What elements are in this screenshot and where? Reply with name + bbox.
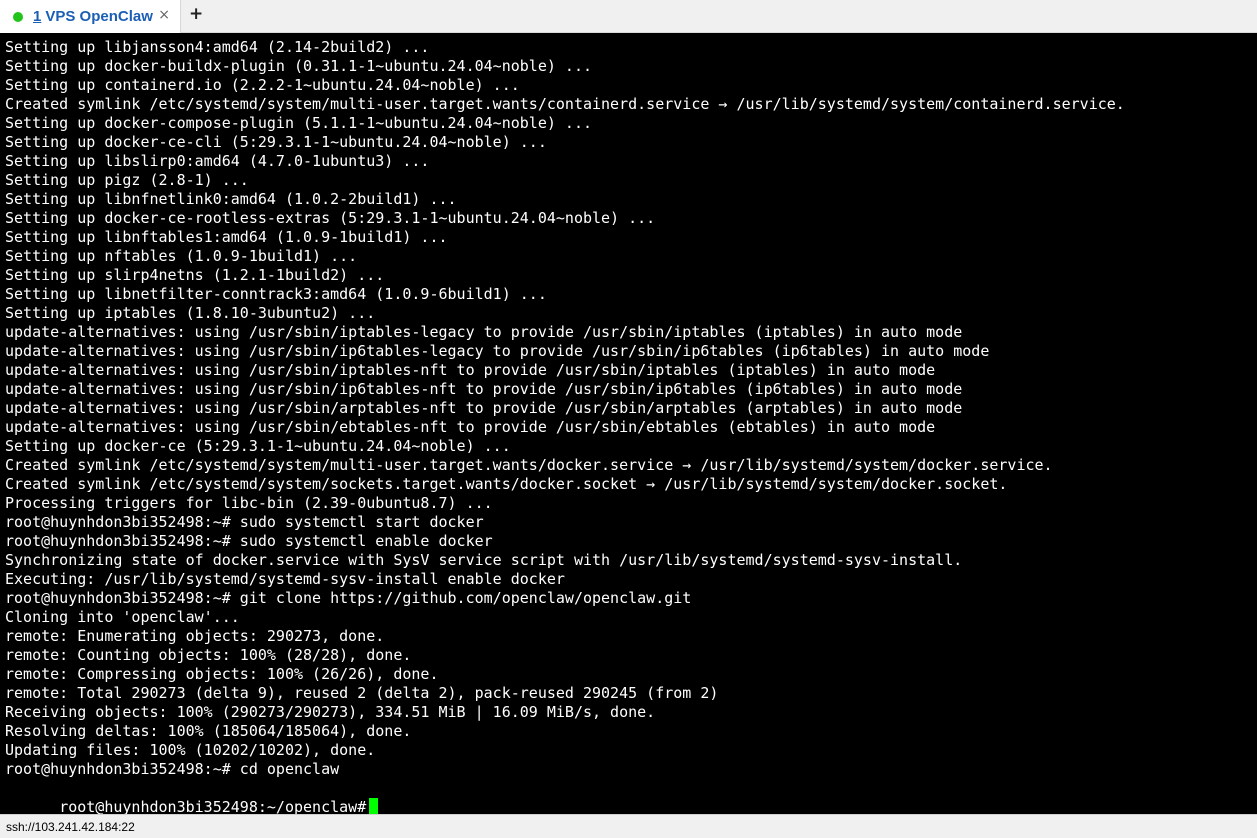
tab-index: 1 — [33, 8, 42, 25]
terminal-line: Setting up libjansson4:amd64 (2.14-2buil… — [5, 38, 430, 56]
status-bar: ssh://103.241.42.184:22 — [0, 814, 1257, 838]
terminal-line: remote: Total 290273 (delta 9), reused 2… — [5, 684, 719, 702]
terminal-line: root@huynhdon3bi352498:~# sudo systemctl… — [5, 513, 484, 531]
terminal-line: Receiving objects: 100% (290273/290273),… — [5, 703, 656, 721]
terminal-line: remote: Compressing objects: 100% (26/26… — [5, 665, 439, 683]
terminal-line: Cloning into 'openclaw'... — [5, 608, 240, 626]
terminal-line: root@huynhdon3bi352498:~# sudo systemctl… — [5, 532, 493, 550]
terminal-line: update-alternatives: using /usr/sbin/ipt… — [5, 323, 963, 341]
terminal-line: Created symlink /etc/systemd/system/mult… — [5, 456, 1053, 474]
terminal-line: root@huynhdon3bi352498:~# cd openclaw — [5, 760, 340, 778]
terminal-line: Executing: /usr/lib/systemd/systemd-sysv… — [5, 570, 565, 588]
tab-title: 1 VPS OpenClaw — [33, 8, 153, 25]
terminal-line: Setting up libnetfilter-conntrack3:amd64… — [5, 285, 547, 303]
terminal-line: Setting up libnftables1:amd64 (1.0.9-1bu… — [5, 228, 448, 246]
terminal-line: Setting up libslirp0:amd64 (4.7.0-1ubunt… — [5, 152, 430, 170]
terminal-line: Setting up iptables (1.8.10-3ubuntu2) ..… — [5, 304, 376, 322]
tab-label: VPS OpenClaw — [45, 8, 153, 25]
terminal-window: 1 VPS OpenClaw × + Setting up libjansson4… — [0, 0, 1257, 838]
terminal-line: Processing triggers for libc-bin (2.39-0… — [5, 494, 493, 512]
connection-status-icon — [13, 11, 23, 22]
terminal-line: Resolving deltas: 100% (185064/185064), … — [5, 722, 412, 740]
terminal-line: Setting up nftables (1.0.9-1build1) ... — [5, 247, 358, 265]
new-tab-icon[interactable]: + — [189, 4, 203, 24]
tab-vps-openclaw[interactable]: 1 VPS OpenClaw × — [0, 0, 181, 33]
terminal-line: Setting up libnfnetlink0:amd64 (1.0.2-2b… — [5, 190, 457, 208]
terminal-line: update-alternatives: using /usr/sbin/ip6… — [5, 342, 990, 360]
terminal-line: Setting up pigz (2.8-1) ... — [5, 171, 249, 189]
terminal-line: Setting up docker-ce-cli (5:29.3.1-1~ubu… — [5, 133, 547, 151]
terminal-line: Setting up docker-ce-rootless-extras (5:… — [5, 209, 656, 227]
terminal-line: Updating files: 100% (10202/10202), done… — [5, 741, 376, 759]
terminal-line: Setting up docker-ce (5:29.3.1-1~ubuntu.… — [5, 437, 511, 455]
terminal-line: Setting up containerd.io (2.2.2-1~ubuntu… — [5, 76, 520, 94]
terminal-line: update-alternatives: using /usr/sbin/ebt… — [5, 418, 936, 436]
terminal-line: Setting up docker-compose-plugin (5.1.1-… — [5, 114, 592, 132]
terminal-line: Created symlink /etc/systemd/system/mult… — [5, 95, 1125, 113]
terminal-line: Setting up docker-buildx-plugin (0.31.1-… — [5, 57, 592, 75]
terminal-line: Setting up slirp4netns (1.2.1-1build2) .… — [5, 266, 385, 284]
terminal-line: Synchronizing state of docker.service wi… — [5, 551, 963, 569]
connection-address: ssh://103.241.42.184:22 — [6, 819, 135, 834]
terminal-output[interactable]: Setting up libjansson4:amd64 (2.14-2buil… — [0, 38, 1257, 814]
close-tab-icon[interactable]: × — [158, 7, 170, 23]
terminal-line: Created symlink /etc/systemd/system/sock… — [5, 475, 1008, 493]
terminal-line: update-alternatives: using /usr/sbin/ip6… — [5, 380, 963, 398]
prompt-text: root@huynhdon3bi352498:~/openclaw# — [59, 798, 367, 814]
terminal-current-prompt[interactable]: root@huynhdon3bi352498:~/openclaw# — [5, 779, 379, 814]
text-cursor — [369, 798, 379, 814]
terminal-line: update-alternatives: using /usr/sbin/arp… — [5, 399, 963, 417]
terminal-line: remote: Enumerating objects: 290273, don… — [5, 627, 385, 645]
terminal-line: root@huynhdon3bi352498:~# git clone http… — [5, 589, 692, 607]
terminal-line: remote: Counting objects: 100% (28/28), … — [5, 646, 412, 664]
terminal-line: update-alternatives: using /usr/sbin/ipt… — [5, 361, 936, 379]
tab-bar: 1 VPS OpenClaw × + — [0, 0, 1257, 33]
